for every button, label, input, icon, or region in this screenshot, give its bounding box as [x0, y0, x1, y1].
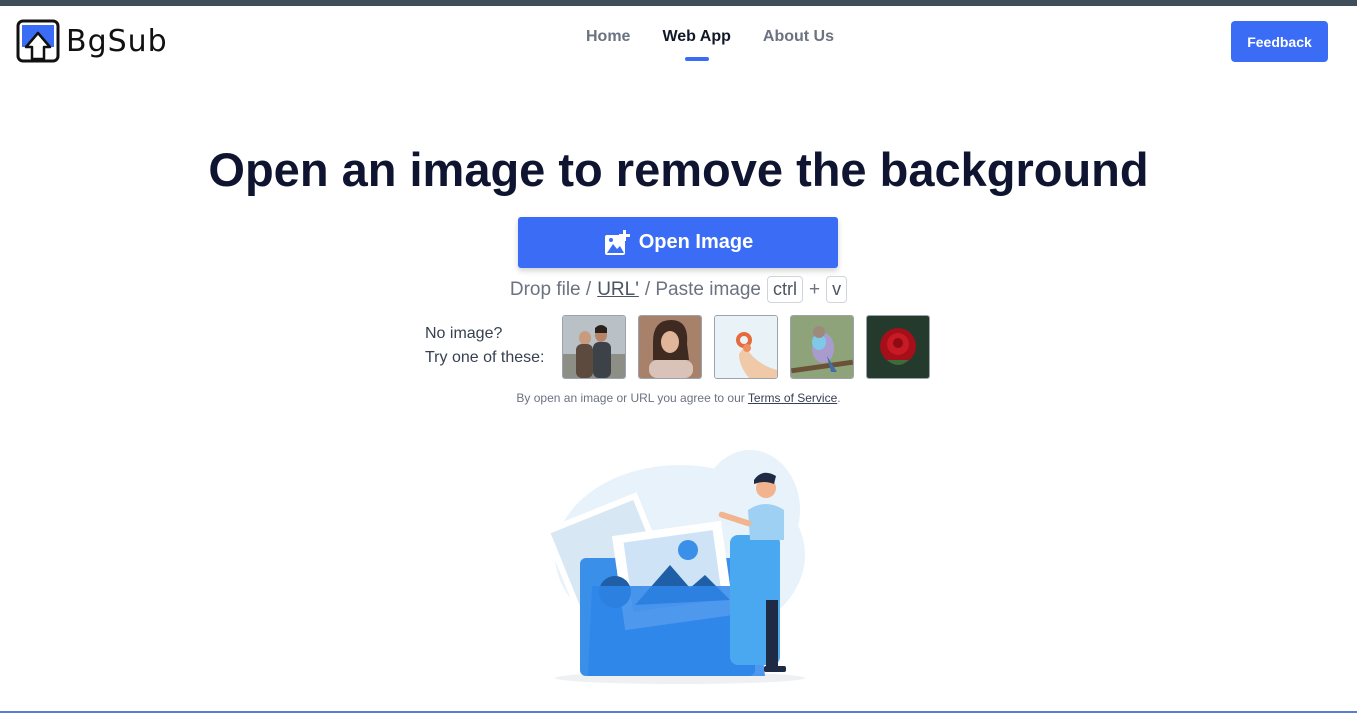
key-v: v: [826, 276, 848, 303]
terms-link[interactable]: Terms of Service: [748, 391, 837, 405]
sample-label-line1: No image?: [425, 325, 503, 342]
woman-photo-image: [639, 316, 701, 378]
sample-images: [562, 315, 930, 379]
terms-suffix: .: [837, 391, 841, 405]
open-image-button[interactable]: Open Image: [518, 217, 838, 268]
sample-label: No image? Try one of these:: [425, 322, 544, 370]
upload-photo-icon: [16, 19, 60, 63]
hint-mid: / Paste image: [644, 278, 761, 300]
hint-prefix: Drop file /: [509, 278, 592, 300]
top-bar: [0, 0, 1357, 6]
drop-hint: Drop file / URL' / Paste image ctrl + v: [0, 276, 1357, 303]
sample-couple[interactable]: [562, 315, 626, 379]
bird-photo-image: [791, 316, 853, 378]
nav-home[interactable]: Home: [586, 28, 630, 46]
main-nav: Home Web App About Us: [586, 28, 834, 61]
nav-about-us[interactable]: About Us: [763, 28, 834, 46]
brand-name: BgSub: [66, 23, 168, 59]
key-ctrl: ctrl: [767, 276, 803, 303]
terms-prefix: By open an image or URL you agree to our: [516, 391, 745, 405]
rose-photo-image: [867, 316, 929, 378]
logo[interactable]: BgSub: [16, 19, 168, 63]
sample-woman[interactable]: [638, 315, 702, 379]
sample-hand[interactable]: [714, 315, 778, 379]
page-title: Open an image to remove the background: [208, 143, 1149, 196]
url-link[interactable]: URL': [597, 279, 639, 301]
open-image-label: Open Image: [638, 231, 754, 253]
upload-illustration: [542, 450, 805, 684]
terms-notice: By open an image or URL you agree to our…: [0, 391, 1357, 405]
sample-label-line2: Try one of these:: [425, 349, 545, 366]
sample-bird[interactable]: [790, 315, 854, 379]
hand-photo-image: [715, 316, 777, 378]
couple-photo-image: [563, 316, 625, 378]
feedback-button[interactable]: Feedback: [1231, 21, 1328, 62]
add-image-icon: [604, 229, 630, 255]
sample-rose[interactable]: [866, 315, 930, 379]
nav-web-app[interactable]: Web App: [662, 28, 731, 61]
key-plus: +: [809, 278, 821, 300]
